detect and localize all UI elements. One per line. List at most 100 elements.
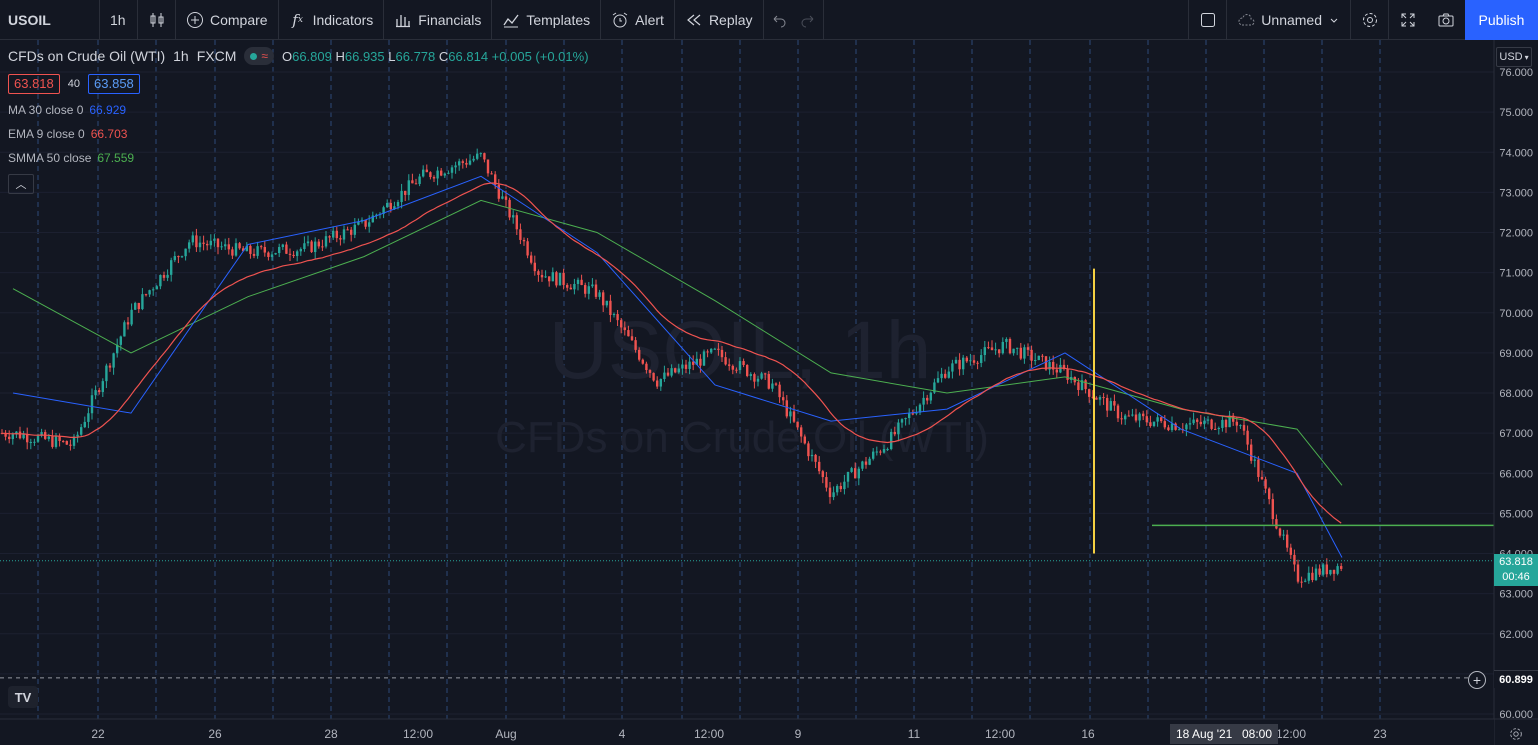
candle-body xyxy=(224,244,227,247)
bar-countdown: 00:46 xyxy=(1502,571,1530,583)
interval-button[interactable]: 1h xyxy=(100,0,138,40)
snapshot-button[interactable] xyxy=(1427,0,1465,40)
candle-body xyxy=(976,362,979,364)
candle-body xyxy=(209,240,212,246)
chart-type-button[interactable] xyxy=(138,0,176,40)
alert-button[interactable]: Alert xyxy=(601,0,675,40)
candle-body xyxy=(101,381,104,393)
candle-body xyxy=(58,436,61,442)
candle-body xyxy=(1012,348,1015,354)
candle-body xyxy=(555,272,558,286)
candle-body xyxy=(954,359,958,364)
candle-body xyxy=(188,242,191,249)
tradingview-logo-icon[interactable]: TV xyxy=(8,686,38,708)
indicator-ma[interactable]: MA 30 close 0 66.929 xyxy=(8,98,589,122)
candle-body xyxy=(170,260,173,275)
candle-body xyxy=(641,359,644,364)
candle-body xyxy=(166,274,169,278)
time-tick-label: 9 xyxy=(795,727,802,741)
candle-body xyxy=(1336,566,1339,574)
candle-body xyxy=(519,229,522,240)
candle-body xyxy=(314,241,317,253)
candle-body xyxy=(1138,413,1141,421)
candle-body xyxy=(573,283,576,290)
candle-body xyxy=(1329,569,1332,575)
candle-body xyxy=(1098,397,1102,400)
candle-body xyxy=(1296,564,1300,582)
candle-body xyxy=(299,249,302,252)
candle-body xyxy=(843,481,846,490)
indicators-button[interactable]: fx Indicators xyxy=(279,0,385,40)
indicator-ema[interactable]: EMA 9 close 0 66.703 xyxy=(8,122,589,146)
candle-body xyxy=(1332,569,1336,574)
fullscreen-button[interactable] xyxy=(1389,0,1427,40)
time-tick-label: 12:00 xyxy=(1276,727,1306,741)
time-tick-label: 12:00 xyxy=(403,727,433,741)
candle-body xyxy=(576,279,580,284)
redo-button[interactable] xyxy=(794,0,824,40)
candle-body xyxy=(1084,380,1087,390)
layout-name-button[interactable]: Unnamed xyxy=(1227,0,1351,40)
price-tick-label: 70.000 xyxy=(1499,308,1533,320)
axis-settings-gear-icon[interactable] xyxy=(1506,724,1526,744)
crosshair-time: 08:00 xyxy=(1242,727,1273,741)
templates-button[interactable]: Templates xyxy=(492,0,602,40)
candle-body xyxy=(792,411,796,422)
candle-body xyxy=(702,351,706,366)
settings-button[interactable] xyxy=(1351,0,1389,40)
candle-body xyxy=(699,358,702,366)
candle-body xyxy=(1124,415,1127,420)
candle-body xyxy=(1152,421,1156,427)
candle-body xyxy=(944,373,947,378)
high-value: 66.935 xyxy=(344,48,385,64)
candle-body xyxy=(191,235,194,243)
instrument-title[interactable]: CFDs on Crude Oil (WTI) xyxy=(8,48,165,64)
candle-body xyxy=(339,238,342,240)
buy-button[interactable]: 63.858 xyxy=(88,74,140,94)
candle-body xyxy=(1156,417,1159,422)
gear-icon xyxy=(1361,11,1379,29)
candle-body xyxy=(184,248,187,257)
add-alert-plus-button[interactable]: + xyxy=(1468,671,1486,689)
candle-body xyxy=(947,371,950,378)
rewind-icon xyxy=(685,11,703,29)
price-tick-label: 66.000 xyxy=(1499,468,1533,480)
camera-icon xyxy=(1437,11,1455,29)
candle-body xyxy=(98,390,101,393)
replay-button[interactable]: Replay xyxy=(675,0,764,40)
candle-body xyxy=(706,351,709,353)
candle-body xyxy=(36,435,40,442)
collapse-legend-button[interactable]: ︿ xyxy=(8,174,34,194)
candle-body xyxy=(51,436,54,447)
candle-body xyxy=(321,246,324,248)
candle-body xyxy=(537,271,540,275)
candle-body xyxy=(551,272,554,282)
sell-button[interactable]: 63.818 xyxy=(8,74,60,94)
layout-select-button[interactable] xyxy=(1189,0,1228,40)
candle-body xyxy=(1311,572,1314,581)
candle-body xyxy=(80,427,83,435)
candle-body xyxy=(1170,423,1174,431)
candle-body xyxy=(288,253,292,255)
indicator-smma[interactable]: SMMA 50 close 67.559 xyxy=(8,146,589,170)
top-toolbar: USOIL 1h Compare fx Indicators Financial… xyxy=(0,0,1538,40)
open-label: O xyxy=(281,48,293,64)
candle-body xyxy=(1253,459,1256,461)
candle-body xyxy=(1246,430,1249,445)
candle-body xyxy=(1304,580,1307,582)
market-status-badge[interactable]: ≈ xyxy=(244,47,274,65)
candle-body xyxy=(562,272,565,285)
symbol-search[interactable]: USOIL xyxy=(0,0,100,40)
financials-button[interactable]: Financials xyxy=(384,0,493,40)
publish-button[interactable]: Publish xyxy=(1465,0,1538,40)
price-tick-label: 71.000 xyxy=(1499,268,1533,280)
candle-body xyxy=(1307,572,1310,581)
undo-button[interactable] xyxy=(764,0,794,40)
candle-body xyxy=(198,242,202,248)
candle-body xyxy=(796,421,799,428)
chevron-down-icon: ▾ xyxy=(1524,52,1529,62)
compare-button[interactable]: Compare xyxy=(176,0,279,40)
candle-body xyxy=(1221,419,1224,428)
currency-select[interactable]: USD ▾ xyxy=(1496,47,1532,67)
candle-body xyxy=(8,436,11,440)
